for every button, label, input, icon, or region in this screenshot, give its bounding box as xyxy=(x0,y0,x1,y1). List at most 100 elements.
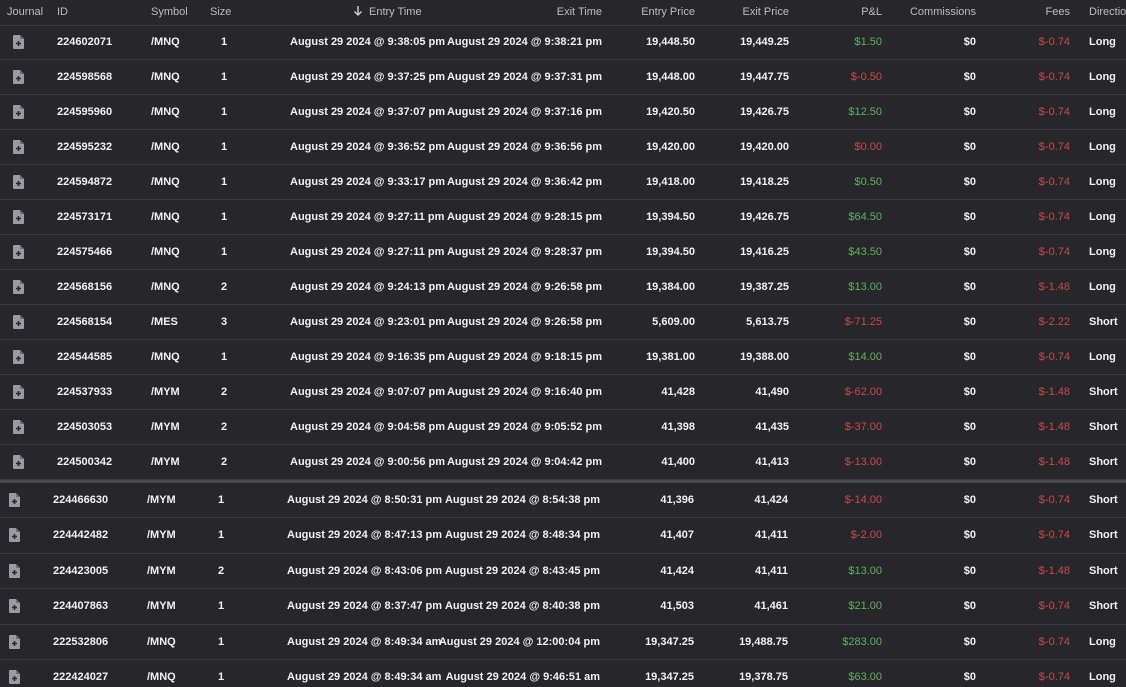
table-row[interactable]: 224575466/MNQ 1 August 29 2024 @ 9:27:11 p… xyxy=(0,235,1126,270)
cell-entry-time: August 29 2024 @ 9:27:11 pm xyxy=(290,246,445,258)
header-size[interactable]: Size xyxy=(210,0,231,25)
header-symbol[interactable]: Symbol xyxy=(151,0,188,25)
cell-size: 2 xyxy=(221,386,228,398)
cell-symbol: /MYM xyxy=(151,421,180,433)
cell-size: 2 xyxy=(221,456,228,468)
add-journal-button[interactable] xyxy=(8,270,28,304)
add-journal-button[interactable] xyxy=(8,235,28,269)
table-row[interactable]: 224407863/MYM 1 August 29 2024 @ 8:37:47 p… xyxy=(0,589,1126,625)
add-journal-button[interactable] xyxy=(8,410,28,444)
add-note-icon xyxy=(12,350,24,365)
add-journal-button[interactable] xyxy=(8,95,28,129)
header-exit-price[interactable]: Exit Price xyxy=(743,0,789,25)
table-row[interactable]: 224568154/MES 3 August 29 2024 @ 9:23:01 p… xyxy=(0,305,1126,340)
cell-pnl: $-62.00 xyxy=(844,386,882,398)
table-row[interactable]: 224544585/MNQ 1 August 29 2024 @ 9:16:35 p… xyxy=(0,340,1126,375)
table-row[interactable]: 224442482/MYM 1 August 29 2024 @ 8:47:13 p… xyxy=(0,518,1126,554)
cell-pnl: $-13.00 xyxy=(844,456,882,468)
table-row[interactable]: 224423005/MYM 2 August 29 2024 @ 8:43:06 p… xyxy=(0,554,1126,590)
add-journal-button[interactable] xyxy=(8,445,28,479)
cell-pnl: $63.00 xyxy=(848,670,882,683)
cell-id: 224573171 xyxy=(57,211,113,223)
cell-size: 1 xyxy=(221,36,228,48)
cell-id: 224568156 xyxy=(57,281,113,293)
table-row[interactable]: 224595232/MNQ 1 August 29 2024 @ 9:36:52 p… xyxy=(0,130,1126,165)
trades-group-a: 224602071/MNQ 1 August 29 2024 @ 9:38:05 p… xyxy=(0,25,1126,480)
header-commissions[interactable]: Commissions xyxy=(910,0,976,25)
header-entry-time-label: Entry Time xyxy=(369,6,422,18)
cell-fees: $-0.74 xyxy=(1038,600,1070,613)
add-journal-button[interactable] xyxy=(8,25,28,59)
add-note-icon xyxy=(12,35,24,50)
table-row[interactable]: 224503053/MYM 2 August 29 2024 @ 9:04:58 p… xyxy=(0,410,1126,445)
cell-exit-price: 19,418.25 xyxy=(740,176,789,188)
add-journal-button[interactable] xyxy=(8,165,28,199)
add-journal-button[interactable] xyxy=(4,625,24,659)
header-pnl[interactable]: P&L xyxy=(861,0,882,25)
add-journal-button[interactable] xyxy=(4,483,24,517)
cell-entry-time: August 29 2024 @ 9:33:17 pm xyxy=(290,176,446,188)
table-row[interactable]: 224598568/MNQ 1 August 29 2024 @ 9:37:25 p… xyxy=(0,60,1126,95)
cell-commissions: $0 xyxy=(963,141,976,153)
cell-size: 1 xyxy=(221,176,228,188)
cell-fees: $-0.74 xyxy=(1038,141,1070,153)
cell-symbol: /MNQ xyxy=(151,211,180,223)
header-journal[interactable]: Journal xyxy=(7,0,43,25)
cell-exit-price: 19,426.75 xyxy=(740,106,789,118)
add-journal-button[interactable] xyxy=(8,60,28,94)
table-row[interactable]: 224595960/MNQ 1 August 29 2024 @ 9:37:07 p… xyxy=(0,95,1126,130)
cell-entry-price: 41,503 xyxy=(660,600,694,613)
table-row[interactable]: 224537933/MYM 2 August 29 2024 @ 9:07:07 p… xyxy=(0,375,1126,410)
add-journal-button[interactable] xyxy=(8,340,28,374)
table-row[interactable]: 222532806/MNQ 1 August 29 2024 @ 8:49:34 a… xyxy=(0,625,1126,660)
cell-id: 222424027 xyxy=(53,670,109,683)
header-direction[interactable]: Direction xyxy=(1089,0,1126,25)
cell-commissions: $0 xyxy=(963,635,976,648)
table-header: Journal ID Symbol Size Entry Time Exit T… xyxy=(0,0,1126,26)
cell-entry-price: 41,424 xyxy=(660,564,694,577)
header-exit-time[interactable]: Exit Time xyxy=(557,0,602,25)
cell-id: 224594872 xyxy=(57,176,113,188)
cell-pnl: $-37.00 xyxy=(844,421,882,433)
cell-pnl: $-14.00 xyxy=(844,494,882,506)
add-journal-button[interactable] xyxy=(4,589,24,623)
add-journal-button[interactable] xyxy=(4,518,24,552)
table-row[interactable]: 224500342/MYM 2 August 29 2024 @ 9:00:56 p… xyxy=(0,445,1126,480)
table-row[interactable]: 224594872/MNQ 1 August 29 2024 @ 9:33:17 p… xyxy=(0,165,1126,200)
cell-symbol: /MNQ xyxy=(151,246,180,258)
cell-exit-time: August 29 2024 @ 9:05:52 pm xyxy=(446,421,602,433)
cell-symbol: /MNQ xyxy=(151,141,180,153)
add-note-icon xyxy=(12,210,24,225)
cell-commissions: $0 xyxy=(963,316,976,328)
header-entry-price[interactable]: Entry Price xyxy=(641,0,695,25)
table-row[interactable]: 224602071/MNQ 1 August 29 2024 @ 9:38:05 p… xyxy=(0,25,1126,60)
table-row[interactable]: 222424027/MNQ 1 August 29 2024 @ 8:49:34 a… xyxy=(0,660,1126,687)
cell-direction: Short xyxy=(1089,494,1118,506)
cell-exit-price: 19,378.75 xyxy=(739,670,788,683)
cell-symbol: /MNQ xyxy=(147,670,176,683)
cell-size: 1 xyxy=(221,351,228,363)
header-id[interactable]: ID xyxy=(57,0,68,25)
cell-pnl: $12.50 xyxy=(848,106,882,118)
table-row[interactable]: 224573171/MNQ 1 August 29 2024 @ 9:27:11 p… xyxy=(0,200,1126,235)
table-row[interactable]: 224466630/MYM 1 August 29 2024 @ 8:50:31 p… xyxy=(0,483,1126,519)
trades-group-b: 224466630/MYM 1 August 29 2024 @ 8:50:31 p… xyxy=(0,480,1126,687)
add-journal-button[interactable] xyxy=(8,130,28,164)
add-journal-button[interactable] xyxy=(8,305,28,339)
cell-fees: $-1.48 xyxy=(1038,421,1070,433)
table-row[interactable]: 224568156/MNQ 2 August 29 2024 @ 9:24:13 p… xyxy=(0,270,1126,305)
cell-exit-price: 41,490 xyxy=(755,386,789,398)
cell-size: 1 xyxy=(221,246,228,258)
add-note-icon xyxy=(12,245,24,260)
add-journal-button[interactable] xyxy=(8,375,28,409)
add-journal-button[interactable] xyxy=(8,200,28,234)
cell-direction: Short xyxy=(1089,316,1118,328)
add-journal-button[interactable] xyxy=(4,554,24,588)
cell-pnl: $13.00 xyxy=(848,281,882,293)
header-fees[interactable]: Fees xyxy=(1046,0,1070,25)
cell-entry-price: 19,448.50 xyxy=(646,36,695,48)
cell-id: 224595232 xyxy=(57,141,113,153)
cell-commissions: $0 xyxy=(963,211,976,223)
header-entry-time[interactable]: Entry Time xyxy=(353,0,422,25)
add-journal-button[interactable] xyxy=(4,660,24,687)
